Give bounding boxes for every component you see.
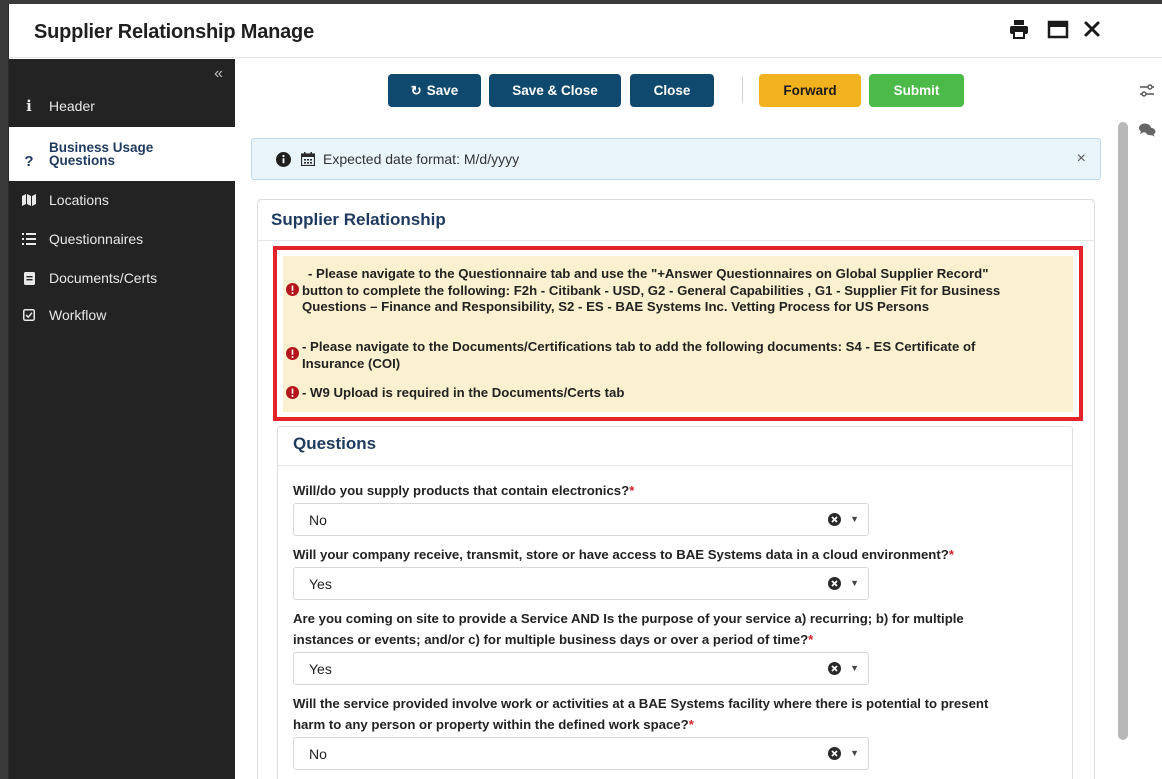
sidebar-item-label: Documents/Certs	[49, 270, 158, 286]
maximize-icon[interactable]	[1047, 18, 1069, 42]
question-label: Will the service provided involve work o…	[293, 696, 989, 732]
question-icon: ?	[24, 152, 34, 170]
caret-down-icon[interactable]: ▼	[850, 663, 859, 673]
scrollbar-thumb[interactable]	[1118, 122, 1128, 740]
question-label: Are you coming on site to provide a Serv…	[293, 611, 964, 647]
clear-icon[interactable]	[828, 513, 841, 531]
clear-icon[interactable]	[828, 662, 841, 680]
map-icon	[9, 194, 49, 206]
questions-heading: Questions	[293, 434, 377, 453]
info-icon: i	[26, 97, 32, 115]
date-format-banner: Expected date format: M/d/yyyy ×	[251, 138, 1101, 180]
sidebar-item-documents-certs[interactable]: Documents/Certs	[9, 265, 235, 291]
sidebar-item-locations[interactable]: Locations	[9, 187, 235, 213]
question-select-cloud-data[interactable]: Yes ▼	[293, 567, 869, 600]
close-icon[interactable]	[1082, 18, 1102, 42]
refresh-icon: ↻	[410, 82, 422, 98]
filter-sliders-icon[interactable]	[1139, 83, 1155, 104]
double-chevron-left-icon[interactable]: «	[214, 65, 223, 83]
error-icon	[286, 386, 299, 399]
sidebar: « i Header ? Business Usage Questions Lo…	[9, 59, 235, 779]
validation-alert-box: - Please navigate to the Questionnaire t…	[273, 246, 1083, 421]
sidebar-item-label: Header	[49, 98, 95, 114]
error-icon	[286, 347, 299, 360]
question-select-electronics[interactable]: No ▼	[293, 503, 869, 536]
alert-message-documents: - Please navigate to the Documents/Certi…	[286, 339, 975, 372]
question-label: Will/do you supply products that contain…	[293, 483, 635, 498]
sidebar-item-label: Workflow	[49, 307, 107, 323]
list-icon	[9, 233, 49, 245]
window-title: Supplier Relationship Manage	[34, 21, 314, 43]
alert-message-questionnaires: - Please navigate to the Questionnaire t…	[286, 266, 1000, 316]
sidebar-item-questionnaires[interactable]: Questionnaires	[9, 226, 235, 252]
clear-icon[interactable]	[828, 577, 841, 595]
questions-panel: Questions Will/do you supply products th…	[277, 426, 1073, 779]
clear-icon[interactable]	[828, 747, 841, 765]
sidebar-item-header[interactable]: i Header	[9, 93, 235, 119]
toolbar-divider	[742, 77, 743, 103]
submit-button[interactable]: Submit	[869, 74, 964, 107]
comments-icon[interactable]	[1139, 123, 1156, 142]
question-select-onsite-service[interactable]: Yes ▼	[293, 652, 869, 685]
save-close-button[interactable]: Save & Close	[489, 74, 621, 107]
card-title: Supplier Relationship	[271, 210, 446, 229]
close-button[interactable]: Close	[630, 74, 714, 107]
sidebar-item-workflow[interactable]: Workflow	[9, 302, 235, 328]
question-label: Will your company receive, transmit, sto…	[293, 547, 954, 562]
app-window: Supplier Relationship Manage « i Header …	[8, 4, 1162, 779]
main-content: ↻ Save Save & Close Close Forward Submit…	[235, 59, 1119, 779]
error-icon	[286, 283, 299, 296]
document-icon	[9, 271, 49, 285]
calendar-icon	[301, 152, 315, 166]
validation-messages: - Please navigate to the Questionnaire t…	[283, 256, 1073, 412]
sidebar-item-label: Locations	[49, 192, 109, 208]
right-utility-bar	[1131, 59, 1162, 779]
sidebar-item-label: Business Usage Questions	[49, 140, 154, 168]
forward-button[interactable]: Forward	[759, 74, 861, 107]
date-format-text: Expected date format: M/d/yyyy	[323, 151, 520, 167]
caret-down-icon[interactable]: ▼	[850, 748, 859, 758]
print-icon[interactable]	[1009, 18, 1029, 42]
caret-down-icon[interactable]: ▼	[850, 514, 859, 524]
question-select-facility-harm[interactable]: No ▼	[293, 737, 869, 770]
divider	[258, 240, 1094, 241]
sidebar-item-label: Questionnaires	[49, 231, 144, 247]
title-bar: Supplier Relationship Manage	[9, 4, 1162, 58]
checkbox-icon	[9, 309, 49, 321]
alert-message-w9: - W9 Upload is required in the Documents…	[286, 385, 624, 402]
info-circle-icon	[276, 151, 291, 167]
banner-close-icon[interactable]: ×	[1077, 150, 1086, 168]
save-button[interactable]: ↻ Save	[388, 74, 481, 107]
divider	[278, 465, 1072, 466]
sidebar-item-business-usage-questions[interactable]: ? Business Usage Questions	[9, 127, 235, 181]
caret-down-icon[interactable]: ▼	[850, 578, 859, 588]
